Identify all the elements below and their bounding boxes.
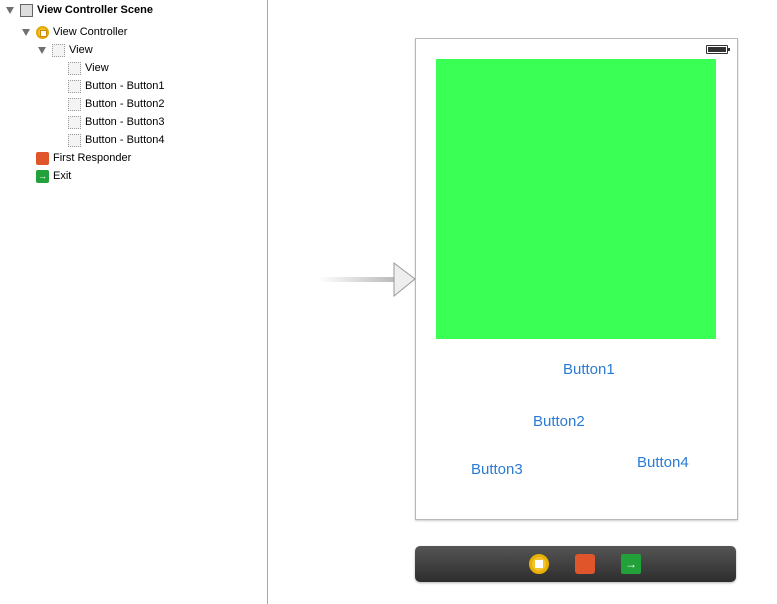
view-controller-icon[interactable] [529, 554, 549, 574]
button1[interactable]: Button1 [563, 361, 615, 378]
button-icon [68, 79, 81, 93]
outline-item-button4[interactable]: Button - Button4 [68, 131, 165, 149]
first-responder-icon [36, 151, 49, 165]
outline-item-button1[interactable]: Button - Button1 [68, 77, 165, 95]
view-controller-icon [36, 25, 49, 39]
button-icon [68, 115, 81, 129]
exit-icon[interactable]: → [621, 554, 641, 574]
disclosure-triangle-icon[interactable] [22, 28, 30, 36]
outline-item-view-controller[interactable]: View Controller [22, 23, 127, 41]
battery-icon [706, 45, 730, 54]
exit-icon: → [36, 169, 49, 183]
initial-view-controller-arrow-icon [318, 262, 416, 298]
scene-icon [20, 3, 33, 17]
scene-dock: → [415, 546, 736, 582]
view-icon [52, 43, 65, 57]
disclosure-triangle-icon[interactable] [38, 46, 46, 54]
button-icon [68, 133, 81, 147]
button3[interactable]: Button3 [471, 461, 523, 478]
outline-item-button2[interactable]: Button - Button2 [68, 95, 165, 113]
disclosure-triangle-icon[interactable] [6, 6, 14, 14]
button2[interactable]: Button2 [533, 413, 585, 430]
outline-item-first-responder[interactable]: First Responder [36, 149, 131, 167]
view-controller-canvas[interactable]: Button1 Button2 Button3 Button4 [415, 38, 738, 520]
document-outline: View Controller Scene View Controller Vi… [0, 0, 268, 604]
view-icon [68, 61, 81, 75]
outline-item-subview[interactable]: View [68, 59, 109, 77]
first-responder-icon[interactable] [575, 554, 595, 574]
green-view[interactable] [436, 59, 716, 339]
outline-item-button3[interactable]: Button - Button3 [68, 113, 165, 131]
outline-item-exit[interactable]: → Exit [36, 167, 71, 185]
outline-item-scene[interactable]: View Controller Scene [6, 1, 153, 19]
outline-item-view[interactable]: View [38, 41, 93, 59]
button-icon [68, 97, 81, 111]
button4[interactable]: Button4 [637, 454, 689, 471]
